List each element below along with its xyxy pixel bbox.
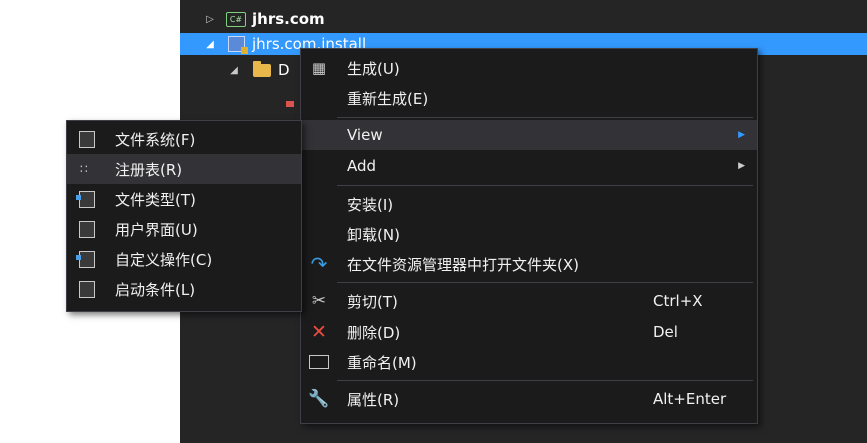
- file-item-icon: [286, 92, 294, 111]
- menu-item-install[interactable]: 安装(I): [301, 189, 757, 219]
- menu-item-label: 剪切(T): [347, 292, 398, 311]
- menu-item-uninstall[interactable]: 卸载(N): [301, 219, 757, 249]
- build-icon: ▦: [311, 59, 327, 77]
- tree-item-jhrs-com[interactable]: ▷ C# jhrs.com: [180, 8, 867, 30]
- submenu-arrow-icon: ▶: [738, 130, 745, 140]
- shortcut-label: Alt+Enter: [653, 390, 727, 408]
- menu-item-label: 安装(I): [347, 195, 394, 214]
- menu-separator: [337, 282, 753, 283]
- collapse-arrow-icon[interactable]: ◢: [228, 65, 240, 76]
- submenu-item-label: 文件类型(T): [115, 190, 196, 209]
- custom-actions-icon: [76, 244, 97, 274]
- menu-item-label: 生成(U): [347, 59, 400, 78]
- tree-item-label: jhrs.com: [252, 10, 325, 28]
- menu-separator: [337, 380, 753, 381]
- submenu-item-custom-actions[interactable]: 自定义操作(C): [67, 244, 301, 274]
- file-system-icon: [77, 124, 97, 154]
- menu-item-label: 在文件资源管理器中打开文件夹(X): [347, 255, 579, 274]
- menu-item-add[interactable]: Add ▶: [301, 151, 757, 181]
- submenu-item-label: 启动条件(L): [115, 280, 196, 299]
- menu-separator: [337, 117, 753, 118]
- menu-item-label: 属性(R): [347, 390, 400, 409]
- folder-icon: [252, 60, 272, 78]
- submenu-item-registry[interactable]: ∷ 注册表(R): [67, 154, 301, 184]
- menu-item-open-in-explorer[interactable]: ↷ 在文件资源管理器中打开文件夹(X): [301, 249, 757, 279]
- expand-arrow-icon[interactable]: ▷: [204, 14, 216, 25]
- menu-item-rebuild[interactable]: 重新生成(E): [301, 83, 757, 113]
- menu-item-view[interactable]: View ▶: [301, 120, 757, 150]
- menu-item-label: 重命名(M): [347, 353, 417, 372]
- menu-item-delete[interactable]: ✕ 删除(D) Del: [301, 317, 757, 347]
- registry-icon: ∷: [80, 161, 89, 176]
- file-types-icon: [76, 184, 97, 214]
- shortcut-label: Del: [653, 323, 678, 341]
- menu-item-label: 重新生成(E): [347, 89, 429, 108]
- menu-item-label: 卸载(N): [347, 225, 400, 244]
- wrench-icon: 🔧: [308, 389, 330, 409]
- scissors-icon: ✂: [311, 291, 327, 311]
- submenu-item-file-system[interactable]: 文件系统(F): [67, 124, 301, 154]
- submenu-item-label: 文件系统(F): [115, 130, 196, 149]
- menu-item-cut[interactable]: ✂ 剪切(T) Ctrl+X: [301, 286, 757, 316]
- menu-item-build[interactable]: ▦ 生成(U): [301, 53, 757, 83]
- collapse-arrow-icon[interactable]: ◢: [204, 39, 216, 50]
- view-submenu: 文件系统(F) ∷ 注册表(R) 文件类型(T) 用户界面(U) 自定义操作(C…: [66, 120, 302, 312]
- open-folder-arrow-icon: ↷: [310, 252, 328, 276]
- shortcut-label: Ctrl+X: [653, 292, 703, 310]
- menu-separator: [337, 185, 753, 186]
- submenu-item-label: 自定义操作(C): [115, 250, 213, 269]
- submenu-arrow-icon: ▶: [738, 161, 745, 171]
- csharp-project-icon: C#: [226, 11, 246, 27]
- delete-x-icon: ✕: [311, 321, 327, 343]
- menu-item-rename[interactable]: 重命名(M): [301, 347, 757, 377]
- menu-item-properties[interactable]: 🔧 属性(R) Alt+Enter: [301, 384, 757, 414]
- rename-icon: [301, 347, 337, 377]
- user-interface-icon: [77, 214, 97, 244]
- submenu-item-user-interface[interactable]: 用户界面(U): [67, 214, 301, 244]
- menu-item-label: 删除(D): [347, 323, 401, 342]
- submenu-item-file-types[interactable]: 文件类型(T): [67, 184, 301, 214]
- submenu-item-label: 注册表(R): [115, 160, 183, 179]
- menu-item-label: View: [347, 126, 383, 144]
- setup-project-icon: [226, 36, 248, 54]
- context-menu: ▦ 生成(U) 重新生成(E) View ▶ Add ▶ 安装(I) 卸载(N)…: [300, 48, 758, 424]
- submenu-item-launch-conditions[interactable]: 启动条件(L): [67, 274, 301, 304]
- submenu-item-label: 用户界面(U): [115, 220, 198, 239]
- tree-item-label: D: [278, 61, 290, 79]
- launch-conditions-icon: [77, 274, 97, 304]
- menu-item-label: Add: [347, 157, 377, 175]
